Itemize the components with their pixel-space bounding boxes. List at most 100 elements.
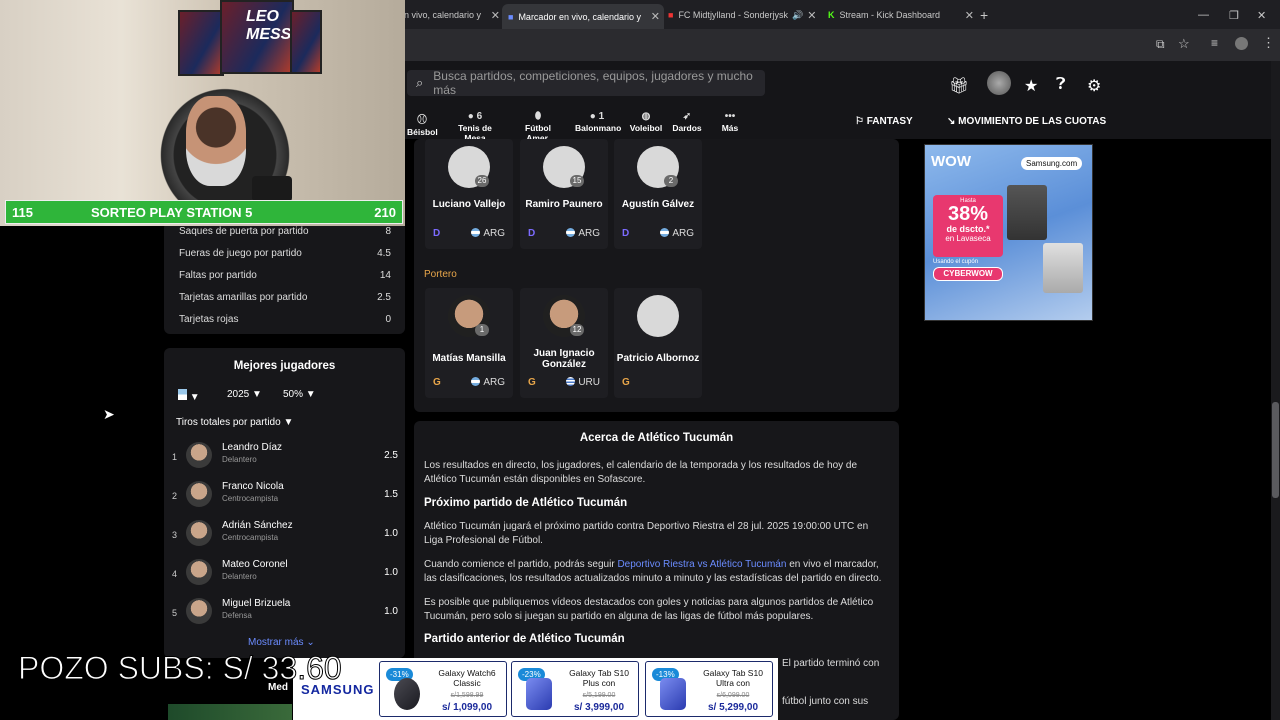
settings-gear-icon[interactable]: ⚙	[1087, 76, 1101, 96]
microphone	[252, 176, 292, 202]
speaker-icon[interactable]: 🔊	[792, 10, 803, 21]
about-paragraph: Atlético Tucumán jugará el próximo parti…	[424, 521, 869, 546]
advertisement-banner[interactable]: WOW Samsung.com Hasta 38% de dscto.* en …	[924, 144, 1093, 321]
product-card[interactable]: -13% Galaxy Tab S10 Ultra con s/6,099.00 s/…	[645, 661, 773, 717]
player-row[interactable]: 3 Adrián Sánchez Centrocampista 1.0	[172, 518, 398, 554]
about-paragraph: Es posible que publiquemos vídeos destac…	[424, 597, 874, 622]
streamer	[186, 96, 246, 186]
ad-samsung-tag: Samsung.com	[1021, 157, 1083, 170]
sport-tab-dardos[interactable]: ➶ Dardos	[671, 111, 703, 133]
player-card[interactable]: Patricio Albornoz G	[614, 288, 702, 398]
handball-icon: ● 1	[589, 111, 605, 122]
ad-brand: WOW	[931, 153, 971, 170]
percentile-dropdown[interactable]: 50% ▼	[283, 389, 316, 400]
user-avatar[interactable]	[987, 71, 1011, 95]
player-card[interactable]: 15 Ramiro Paunero D ARG	[520, 139, 608, 249]
team-filter-dropdown[interactable]: ▼	[178, 389, 200, 403]
product-card[interactable]: -23% Galaxy Tab S10 Plus con s/5,199.00 s/ …	[511, 661, 639, 717]
help-icon[interactable]: ❓︎	[1056, 76, 1066, 94]
trend-icon: ↘	[947, 116, 959, 127]
tab-label: FC Midtjylland - Sonderjysk	[678, 10, 788, 20]
volleyball-icon: ◍	[641, 111, 651, 122]
player-row[interactable]: 2 Franco Nicola Centrocampista 1.5	[172, 479, 398, 515]
argentina-flag-icon	[471, 228, 481, 237]
table-tennis-icon: ● 6	[467, 111, 483, 122]
browser-tab[interactable]: n vivo, calendario y ✕	[400, 4, 504, 26]
poster-panel	[178, 10, 224, 76]
window-close-icon[interactable]: ✕	[1257, 4, 1266, 26]
scrollbar-track[interactable]	[1271, 61, 1280, 720]
install-icon[interactable]: ⧉	[1156, 37, 1165, 52]
mouse-cursor-icon: ➤	[103, 406, 115, 422]
about-title: Acerca de Atlético Tucumán	[579, 432, 734, 444]
metric-dropdown[interactable]: Tiros totales por partido ▼	[176, 417, 293, 428]
score-left: 115	[12, 204, 33, 220]
gift-icon[interactable]: 🎁︎	[949, 76, 969, 96]
stat-row: Tarjetas rojas 0	[179, 314, 391, 325]
sport-tab-beisbol[interactable]: ⚾︎ Béisbol	[407, 111, 438, 137]
search-icon: ⌕	[416, 75, 424, 90]
sport-tab-mas[interactable]: ••• Más	[717, 111, 743, 133]
best-players-panel: Mejores jugadores ▼ 2025 ▼ 50% ▼ Tiros t…	[164, 348, 405, 658]
giveaway-score-bar: 115 SORTEO PLAY STATION 5 210	[5, 200, 403, 224]
browser-tab[interactable]: K Stream - Kick Dashboard ✕	[822, 4, 978, 26]
player-row[interactable]: 1 Leandro Díaz Delantero 2.5	[172, 440, 398, 476]
player-row[interactable]: 4 Mateo Coronel Delantero 1.0	[172, 557, 398, 593]
squad-panel: 26 Luciano Vallejo D ARG 15 Ramiro Paunero D A…	[414, 139, 899, 412]
poster-panel	[290, 10, 322, 74]
chevron-down-icon: ⌄	[306, 637, 315, 648]
watch-image	[394, 678, 420, 710]
player-card[interactable]: 12 Juan Ignacio González G URU	[520, 288, 608, 398]
product-card[interactable]: -31% Galaxy Watch6 Classic s/1,598.99 s/ 1,…	[379, 661, 507, 717]
fantasy-link[interactable]: ⚐ FANTASY	[855, 116, 913, 127]
tab-label: n vivo, calendario y	[404, 10, 482, 20]
odds-movement-link[interactable]: ↘ MOVIMIENTO DE LAS CUOTAS	[947, 116, 1106, 127]
browser-tab-active[interactable]: ■ Marcador en vivo, calendario y ✕	[502, 4, 664, 29]
ad-discount-box: Hasta 38% de dscto.* en Lavaseca	[933, 195, 1003, 257]
search-bar[interactable]: ⌕ Busca partidos, competiciones, equipos…	[407, 69, 765, 97]
player-avatar	[186, 481, 212, 507]
scrollbar-thumb[interactable]	[1272, 402, 1279, 498]
show-more-link[interactable]: Mostrar más ⌄	[248, 637, 315, 648]
profile-avatar[interactable]	[1235, 37, 1248, 50]
more-dots-icon: •••	[724, 111, 736, 122]
fantasy-icon: ⚐	[855, 116, 867, 127]
american-football-icon: ⬮	[534, 111, 542, 122]
match-link[interactable]: Deportivo Riestra vs Atlético Tucumán	[617, 559, 786, 570]
media-thumbnail[interactable]	[168, 704, 292, 720]
close-icon[interactable]: ✕	[803, 9, 820, 22]
player-card[interactable]: 26 Luciano Vallejo D ARG	[425, 139, 513, 249]
new-tab-button[interactable]: +	[980, 4, 988, 26]
ad-coupon: CYBERWOW	[933, 267, 1003, 281]
player-card[interactable]: 1 Matías Mansilla G ARG	[425, 288, 513, 398]
subs-pool-overlay: POZO SUBS: S/ 33.60	[18, 650, 343, 687]
minimize-icon[interactable]: —	[1198, 4, 1209, 26]
chevron-down-icon: ▼	[189, 392, 200, 403]
bookmark-star-icon[interactable]: ☆	[1178, 36, 1190, 52]
sport-tab-voleibol[interactable]: ◍ Voleibol	[629, 111, 663, 133]
restore-icon[interactable]: ❐	[1229, 4, 1239, 26]
player-row[interactable]: 5 Miguel Brizuela Defensa 1.0	[172, 596, 398, 632]
darts-icon: ➶	[682, 111, 692, 122]
player-avatar	[186, 598, 212, 624]
player-avatar	[186, 520, 212, 546]
media-icon[interactable]: ≡	[1211, 36, 1218, 50]
season-dropdown[interactable]: 2025 ▼	[227, 389, 262, 400]
site-header: ⌕ Busca partidos, competiciones, equipos…	[405, 61, 1280, 143]
browser-tab[interactable]: ■ FC Midtjylland - Sonderjysk 🔊 ✕	[662, 4, 820, 26]
player-avatar	[186, 559, 212, 585]
close-icon[interactable]: ✕	[961, 9, 978, 22]
webcam-overlay: LEO MESSI	[0, 0, 405, 226]
chevron-down-icon: ▼	[283, 417, 294, 428]
samsung-promo-banner[interactable]: SAMSUNG -31% Galaxy Watch6 Classic s/1,598…	[293, 658, 778, 720]
tab-label: Marcador en vivo, calendario y	[518, 11, 641, 22]
search-input[interactable]: Busca partidos, competiciones, equipos, …	[433, 69, 765, 97]
tab-label: Stream - Kick Dashboard	[839, 10, 941, 20]
menu-kebab-icon[interactable]: ⋮	[1262, 35, 1275, 51]
favorites-star-icon[interactable]: ★	[1024, 76, 1038, 96]
uruguay-flag-icon	[566, 377, 576, 386]
player-card[interactable]: 2 Agustín Gálvez D ARG	[614, 139, 702, 249]
stat-row: Saques de puerta por partido 8	[179, 226, 391, 237]
sport-tab-balonmano[interactable]: ● 1 Balonmano	[575, 111, 621, 133]
tablet-image	[660, 678, 686, 710]
